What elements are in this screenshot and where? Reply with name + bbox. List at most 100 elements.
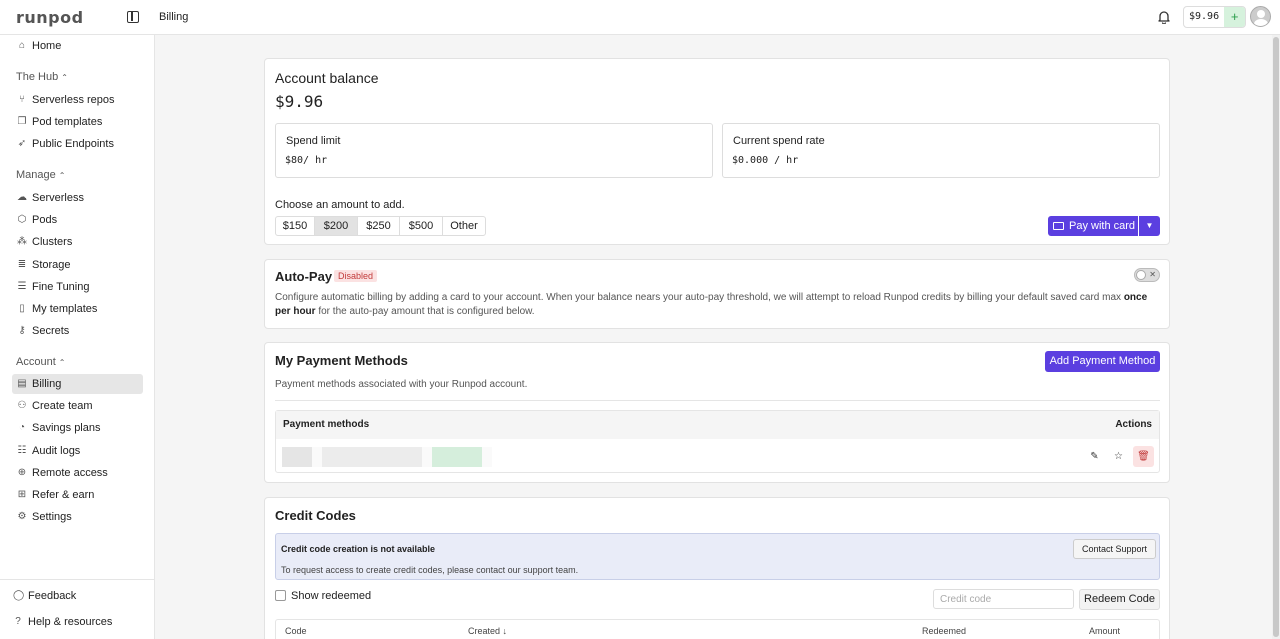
balance-pill[interactable]: $9.96 + (1183, 6, 1247, 28)
autopay-desc-text: for the auto-pay amount that is configur… (315, 306, 535, 317)
sidebar-section-hub[interactable]: The Hub ⌃ (16, 71, 68, 83)
sidebar-item-label: Public Endpoints (32, 138, 114, 150)
pay-options-chevron-down-icon[interactable]: ▼ (1139, 216, 1160, 236)
chat-icon: ◯ (13, 590, 25, 601)
main-content: Account balance $9.96 Spend limit $80/ h… (155, 35, 1272, 639)
rocket-icon: ➶ (17, 138, 27, 149)
sidebar-item-label: Audit logs (32, 445, 81, 457)
status-badge: Disabled (334, 270, 378, 282)
credit-codes-table: Code Created ↓ Redeemed Amount (275, 619, 1160, 639)
account-balance-title: Account balance (275, 70, 379, 86)
sidebar-item-label: Savings plans (32, 422, 101, 434)
sidebar-item-pod-templates[interactable]: ❐ Pod templates (12, 112, 143, 132)
column-header: Actions (1115, 419, 1152, 430)
add-payment-method-button[interactable]: Add Payment Method (1045, 351, 1160, 372)
runpod-logo[interactable]: runpod (16, 8, 84, 27)
autopay-desc-text: Configure automatic billing by adding a … (275, 292, 1124, 303)
chevron-up-icon: ⌃ (61, 73, 68, 82)
user-avatar[interactable] (1250, 6, 1271, 27)
payment-methods-subtitle: Payment methods associated with your Run… (275, 379, 528, 390)
sidebar-item-label: Storage (32, 259, 71, 271)
choose-amount-label: Choose an amount to add. (275, 199, 405, 211)
account-balance-value: $9.96 (275, 92, 324, 111)
column-header-sorted[interactable]: Created ↓ (468, 626, 507, 636)
sidebar-item-label: Serverless repos (32, 94, 115, 106)
column-header[interactable]: Amount (1089, 626, 1120, 636)
sidebar-item-settings[interactable]: ⚙ Settings (12, 507, 143, 527)
sidebar-section-manage[interactable]: Manage ⌃ (16, 169, 65, 181)
autopay-description: Configure automatic billing by adding a … (275, 291, 1165, 319)
redeem-code-button[interactable]: Redeem Code (1079, 589, 1160, 610)
autopay-toggle[interactable]: ✕ (1134, 268, 1160, 282)
pay-with-card-button[interactable]: Pay with card (1048, 216, 1138, 236)
amount-selector: $150 $200 $250 $500 Other (275, 216, 486, 236)
top-bar: runpod Billing $9.96 + (0, 0, 1280, 35)
show-redeemed-label[interactable]: Show redeemed (291, 590, 371, 602)
sidebar-item-savings-plans[interactable]: ◔ Savings plans (12, 418, 143, 438)
sidebar-item-fine-tuning[interactable]: ☰ Fine Tuning (12, 277, 143, 297)
star-icon[interactable]: ☆ (1108, 446, 1129, 467)
column-header[interactable]: Redeemed (922, 626, 966, 636)
contact-support-button[interactable]: Contact Support (1073, 539, 1156, 559)
main-scrollbar[interactable] (1272, 35, 1280, 639)
spend-rate-label: Current spend rate (733, 135, 825, 147)
arrow-down-icon: ↓ (502, 626, 508, 636)
sidebar-item-label: Home (32, 40, 62, 52)
bell-icon[interactable] (1157, 10, 1171, 24)
sidebar-item-label: Clusters (32, 236, 73, 248)
user-plus-icon: ⚇ (17, 400, 27, 411)
show-redeemed-checkbox[interactable] (275, 590, 286, 601)
amount-option[interactable]: $150 (276, 217, 315, 235)
sidebar-item-remote-access[interactable]: ⊕ Remote access (12, 463, 143, 483)
sidebar-item-refer-earn[interactable]: ⊞ Refer & earn (12, 485, 143, 505)
sidebar-item-public-endpoints[interactable]: ➶ Public Endpoints (12, 134, 143, 154)
sidebar-item-feedback[interactable]: ◯ Feedback (8, 586, 139, 606)
spend-limit-label: Spend limit (286, 135, 341, 147)
sidebar-toggle-icon[interactable] (127, 11, 139, 23)
scrollbar-thumb[interactable] (1273, 37, 1279, 637)
sidebar-item-label: My templates (32, 303, 98, 315)
redacted-card-brand (282, 447, 312, 467)
add-funds-icon[interactable]: + (1224, 7, 1246, 27)
sidebar-item-home[interactable]: ⌂ Home (12, 36, 143, 56)
spend-limit-value: $80/ hr (285, 155, 328, 166)
edit-icon[interactable]: ✎ (1084, 446, 1105, 467)
sidebar-item-create-team[interactable]: ⚇ Create team (12, 396, 143, 416)
sidebar-item-serverless-repos[interactable]: ⑂ Serverless repos (12, 90, 143, 110)
pay-with-card-label: Pay with card (1069, 220, 1136, 232)
gift-icon: ⊞ (17, 489, 27, 500)
sidebar-item-label: Feedback (28, 590, 77, 602)
table-row: ✎ ☆ 🗑 (276, 439, 1159, 473)
home-icon: ⌂ (18, 40, 26, 51)
globe-icon: ⊕ (17, 467, 27, 478)
sidebar-section-account[interactable]: Account ⌃ (16, 356, 65, 368)
amount-option[interactable]: $500 (400, 217, 443, 235)
chevron-up-icon: ⌃ (58, 358, 66, 367)
sidebar-item-my-templates[interactable]: ▯ My templates (12, 299, 143, 319)
chevron-up-icon: ⌃ (58, 171, 66, 180)
box-icon: ⬡ (17, 214, 27, 225)
amount-option[interactable]: $250 (358, 217, 400, 235)
amount-option-other[interactable]: Other (443, 217, 485, 235)
notice-description: To request access to create credit codes… (281, 565, 579, 575)
sidebar-item-label: Billing (32, 378, 62, 390)
table-header: Payment methods Actions (276, 411, 1159, 439)
sidebar-item-help[interactable]: ? Help & resources (8, 612, 139, 632)
column-header[interactable]: Code (285, 626, 307, 636)
key-icon: ⚷ (18, 325, 26, 336)
amount-option-selected[interactable]: $200 (315, 217, 358, 235)
redacted-card-number (322, 447, 422, 467)
column-header: Payment methods (283, 419, 370, 430)
sidebar-item-clusters[interactable]: ⁂ Clusters (12, 232, 143, 252)
sidebar-item-serverless[interactable]: ☁ Serverless (12, 188, 143, 208)
sidebar-item-storage[interactable]: ≣ Storage (12, 255, 143, 275)
sidebar-item-billing[interactable]: ▤ Billing (12, 374, 143, 394)
credit-code-input[interactable] (933, 589, 1074, 609)
redacted-card-status (432, 447, 482, 467)
sidebar-item-audit-logs[interactable]: ☷ Audit logs (12, 441, 143, 461)
trash-icon[interactable]: 🗑 (1133, 446, 1154, 467)
toggle-knob (1136, 270, 1146, 280)
document-icon: ▯ (19, 303, 25, 314)
sidebar-item-pods[interactable]: ⬡ Pods (12, 210, 143, 230)
sidebar-item-secrets[interactable]: ⚷ Secrets (12, 321, 143, 341)
